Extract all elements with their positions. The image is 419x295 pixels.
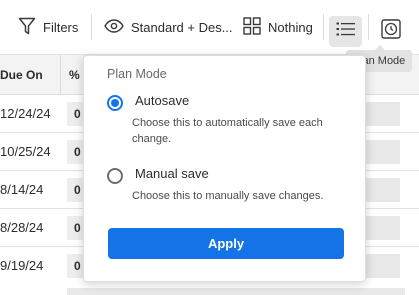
grouping-label: Nothing [268, 20, 313, 35]
history-button[interactable] [374, 16, 407, 47]
column-header-due-on[interactable]: Due On [0, 68, 43, 82]
popover-title: Plan Mode [107, 67, 167, 81]
grouping-button[interactable]: Nothing [243, 0, 313, 55]
plan-mode-button[interactable] [329, 16, 362, 47]
filters-button[interactable]: Filters [18, 0, 78, 55]
clock-icon [380, 19, 401, 44]
due-date-cell: 8/28/24 [0, 220, 44, 235]
autosave-radio[interactable] [107, 95, 123, 111]
view-selector-button[interactable]: Standard + Des... [104, 0, 233, 55]
toolbar-divider [368, 14, 369, 40]
manual-save-description: Choose this to manually save changes. [132, 190, 324, 202]
due-date-cell: 10/25/24 [0, 144, 51, 159]
manual-save-radio[interactable] [107, 168, 123, 184]
autosave-description: Choose this to automatically save each c… [132, 117, 323, 145]
manual-save-label[interactable]: Manual save [135, 166, 209, 181]
plan-mode-popover: Plan Mode Autosave Choose this to automa… [83, 55, 366, 282]
column-header-percent[interactable]: % [69, 68, 80, 82]
due-date-cell: 8/14/24 [0, 182, 44, 197]
toolbar-divider [91, 14, 92, 40]
toolbar: Filters Standard + Des... Nothing [0, 0, 419, 55]
toolbar-divider [323, 14, 324, 40]
due-date-cell: 12/24/24 [0, 106, 51, 121]
grid-icon [243, 17, 261, 38]
eye-icon [104, 19, 124, 36]
list-icon [336, 22, 356, 41]
apply-button[interactable]: Apply [108, 228, 344, 259]
filter-icon [18, 16, 36, 39]
progress-cell [67, 288, 405, 295]
autosave-label[interactable]: Autosave [135, 93, 189, 108]
filters-label: Filters [43, 20, 79, 35]
view-label: Standard + Des... [131, 20, 233, 35]
due-date-cell: 9/19/24 [0, 258, 44, 273]
